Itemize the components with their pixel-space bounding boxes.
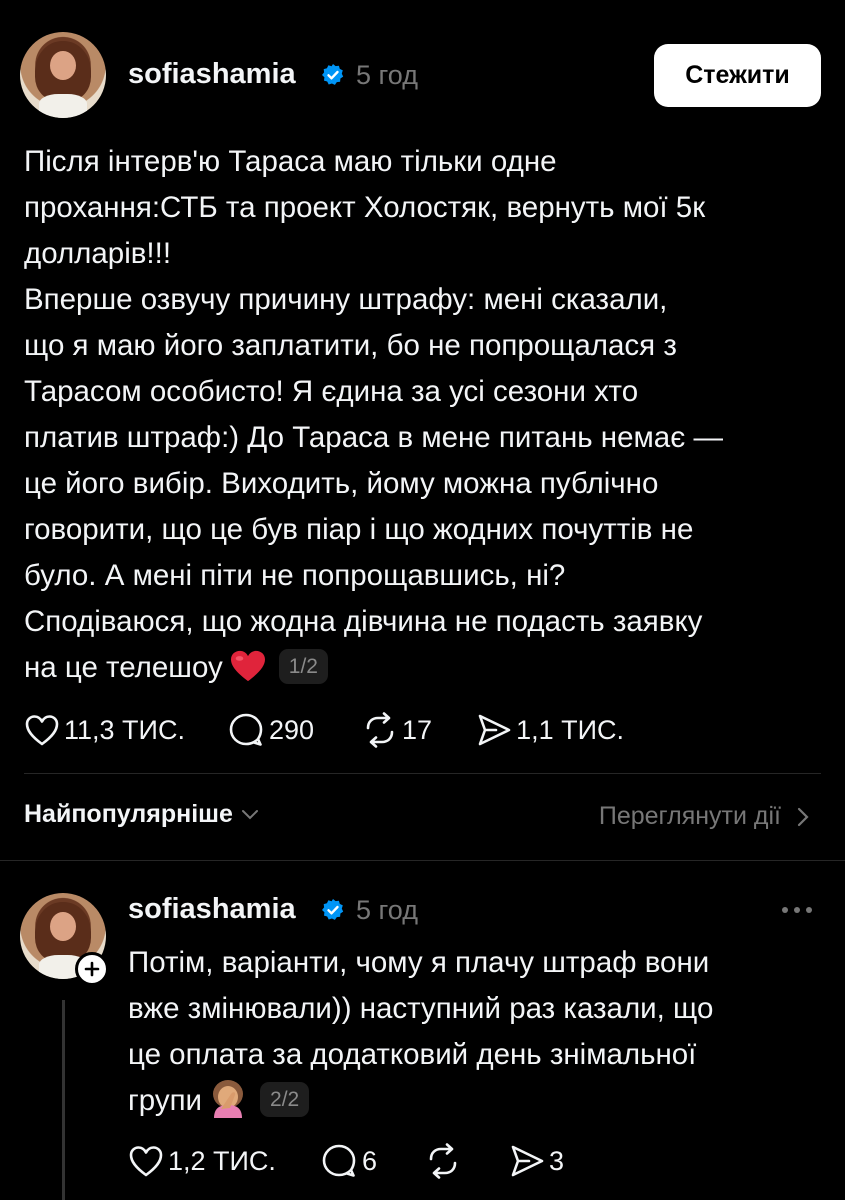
comment-count: 290 (268, 714, 315, 745)
follow-button[interactable]: Стежити (654, 44, 821, 107)
repost-count: 17 (402, 714, 433, 745)
reply-actions: 1,2 ТИС. 6 3 (128, 1143, 564, 1179)
reply-line: вже змінювали)) наступний раз казали, що (128, 992, 714, 1025)
verified-badge-icon (322, 899, 344, 920)
reply-time: 5 год (356, 895, 418, 925)
chevron-down-icon (241, 809, 258, 819)
heart-icon (25, 715, 59, 746)
comment-icon (229, 713, 263, 746)
like-count: 1,2 ТИС. (168, 1145, 276, 1176)
reply-body: Потім, варіанти, чому я плачу штраф вони… (128, 940, 713, 1124)
post-line-last: на це телешоу 1/2 (24, 645, 723, 691)
reply-line-last: групи 2/2 (128, 1078, 713, 1124)
repost-button[interactable]: 17 (362, 712, 432, 748)
share-button[interactable]: 1,1 ТИС. (476, 713, 624, 747)
thread-line (62, 1000, 65, 1200)
verified-badge-icon (322, 64, 344, 85)
thread-pager: 1/2 (278, 649, 328, 684)
comment-button[interactable]: 290 (227, 712, 314, 748)
avatar[interactable] (20, 32, 106, 118)
post-line: говорити, що це був піар і що жодних поч… (24, 513, 694, 546)
comment-button[interactable]: 6 (320, 1143, 377, 1179)
reply-line: Потім, варіанти, чому я плачу штраф вони (128, 946, 710, 979)
share-button[interactable]: 3 (509, 1144, 564, 1178)
divider (24, 773, 821, 774)
sort-label: Найпопулярніше (24, 800, 233, 828)
share-count: 1,1 ТИС. (516, 714, 624, 745)
post-line: це його вибір. Виходить, йому можна публ… (24, 467, 659, 500)
post-username[interactable]: sofiashamia (128, 58, 296, 91)
reply-username[interactable]: sofiashamia (128, 893, 296, 926)
like-button[interactable]: 11,3 ТИС. (24, 713, 185, 747)
post-body: Після інтерв'ю Тараса маю тільки одне пр… (24, 139, 723, 691)
repost-button[interactable] (425, 1143, 465, 1179)
post-actions: 11,3 ТИС. 290 17 1,1 ТИС. (24, 712, 624, 748)
sort-dropdown[interactable]: Найпопулярніше (24, 800, 259, 829)
post-line: Після інтерв'ю Тараса маю тільки одне (24, 145, 557, 178)
view-activity-link[interactable]: Переглянути дії (599, 802, 809, 831)
post-line: Тарасом особисто! Я єдина за усі сезони … (24, 375, 639, 408)
more-options-icon[interactable] (779, 900, 815, 920)
post-line: платив штраф:) До Тараса в мене питань н… (24, 421, 723, 454)
post-time: 5 год (356, 60, 418, 90)
post-line: на це телешоу (24, 651, 223, 684)
post-line: було. А мені піти не попрощавшись, ні? (24, 559, 566, 592)
heart-icon (129, 1146, 163, 1177)
post-line: Сподіваюся, що жодна дівчина не подасть … (24, 605, 703, 638)
comment-icon (322, 1144, 356, 1177)
facepalm-emoji-icon (213, 1080, 244, 1118)
post-line: прохання:СТБ та проект Холостяк, вернуть… (24, 191, 706, 224)
plus-icon (84, 961, 100, 977)
comment-count: 6 (361, 1145, 377, 1176)
post-line: що я маю його заплатити, бо не попрощала… (24, 329, 677, 362)
like-count: 11,3 ТИС. (64, 714, 185, 745)
like-button[interactable]: 1,2 ТИС. (128, 1144, 276, 1178)
share-count: 3 (548, 1145, 564, 1176)
repost-icon (429, 1143, 457, 1179)
divider (0, 860, 845, 861)
heart-emoji-icon (230, 650, 265, 682)
post-line: Вперше озвучу причину штрафу: мені сказа… (24, 283, 668, 316)
post-line: долларів!!! (24, 237, 172, 270)
thread-pager: 2/2 (260, 1082, 310, 1117)
chevron-right-icon (797, 807, 809, 826)
send-icon (478, 714, 511, 746)
follow-plus-button[interactable] (75, 952, 109, 986)
repost-icon (366, 712, 394, 748)
reply-line: групи (128, 1084, 203, 1117)
reply-line: це оплата за додатковий день знімальної (128, 1038, 697, 1071)
view-activity-label: Переглянути дії (598, 802, 781, 830)
send-icon (511, 1145, 544, 1177)
